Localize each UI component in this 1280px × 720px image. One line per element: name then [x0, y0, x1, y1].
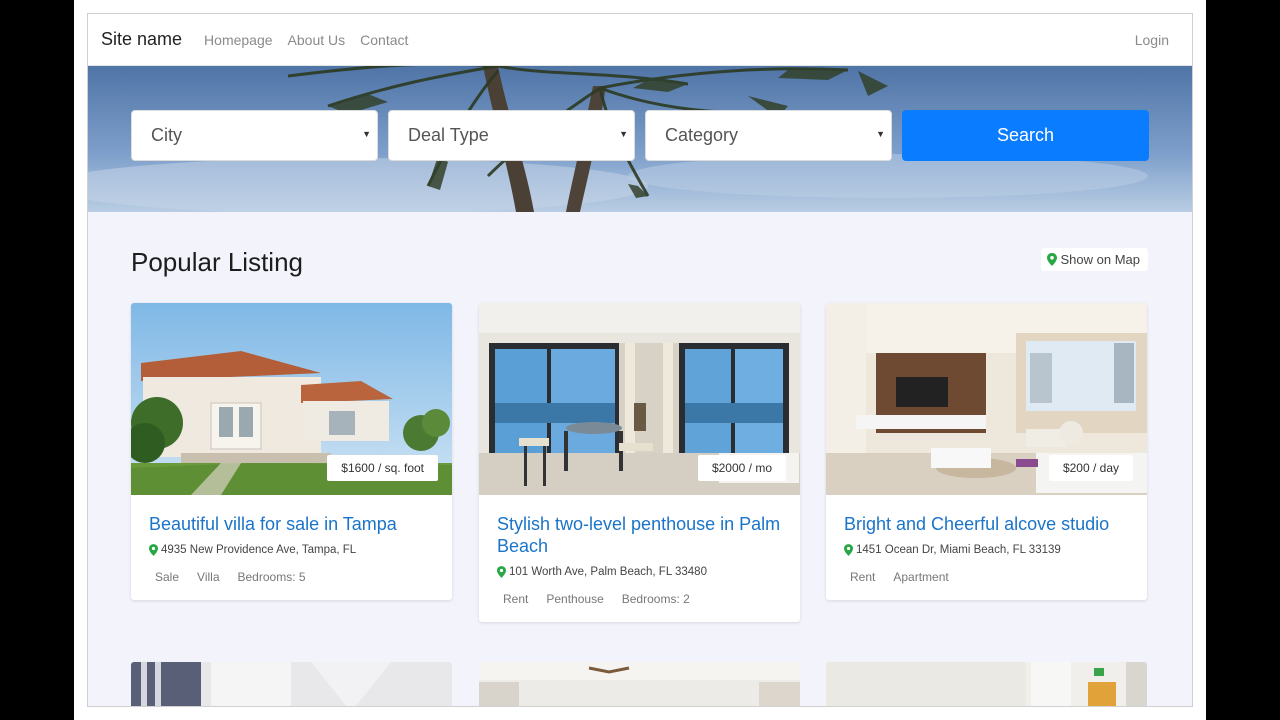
listing-address: 1451 Ocean Dr, Miami Beach, FL 33139 [844, 544, 1129, 556]
category-select-label: Category [665, 125, 739, 145]
listing-tag: Apartment [893, 570, 949, 584]
login-link[interactable]: Login [1135, 32, 1169, 48]
listing-card[interactable]: $200 / day Bright and Cheerful alcove st… [826, 303, 1147, 600]
city-select[interactable]: City ▼ [131, 110, 378, 161]
listing-photo[interactable]: $200 / day [826, 303, 1147, 495]
price-badge: $1600 / sq. foot [327, 455, 438, 481]
listing-tags: Rent Penthouse Bedrooms: 2 [497, 592, 782, 606]
deal-type-select[interactable]: Deal Type ▼ [388, 110, 635, 161]
listing-address: 4935 New Providence Ave, Tampa, FL [149, 544, 434, 556]
screen: Site name Homepage About Us Contact Logi… [0, 0, 1280, 720]
map-pin-icon [149, 544, 158, 556]
map-pin-icon [844, 544, 853, 556]
listing-address-text: 101 Worth Ave, Palm Beach, FL 33480 [509, 566, 707, 578]
listing-tag: Rent [503, 592, 529, 606]
dropdown-caret-icon: ▼ [362, 129, 371, 139]
dropdown-caret-icon: ▼ [619, 129, 628, 139]
listing-photo-partial[interactable] [131, 662, 452, 706]
listing-tag: Sale [155, 570, 180, 584]
listing-tag: Penthouse [546, 592, 604, 606]
room-photo [479, 662, 800, 706]
search-bar: City ▼ Deal Type ▼ Category ▼ Search [131, 110, 1149, 161]
listing-title[interactable]: Beautiful villa for sale in Tampa [149, 513, 434, 535]
dropdown-caret-icon: ▼ [876, 129, 885, 139]
nav-link-contact[interactable]: Contact [360, 32, 408, 48]
listing-photo-partial[interactable] [479, 662, 800, 706]
hero-banner: City ▼ Deal Type ▼ Category ▼ Search [88, 66, 1192, 212]
letterbox-right [1206, 0, 1280, 720]
search-icon [131, 110, 149, 128]
listing-photo-partial[interactable] [826, 662, 1147, 706]
listing-tags: Rent Apartment [844, 570, 1129, 584]
listing-tag: Bedrooms: 5 [237, 570, 306, 584]
nav-link-about[interactable]: About Us [288, 32, 346, 48]
listing-card[interactable]: $1600 / sq. foot Beautiful villa for sal… [131, 303, 452, 600]
listing-card[interactable]: $2000 / mo Stylish two-level penthouse i… [479, 303, 800, 622]
site-brand[interactable]: Site name [101, 29, 182, 50]
navbar: Site name Homepage About Us Contact Logi… [88, 14, 1192, 66]
price-badge: $200 / day [1048, 455, 1133, 481]
city-select-label: City [151, 125, 182, 145]
listing-title[interactable]: Bright and Cheerful alcove studio [844, 513, 1129, 535]
map-pin-icon [497, 566, 506, 578]
letterbox-left [0, 0, 74, 720]
listing-address-text: 4935 New Providence Ave, Tampa, FL [161, 544, 357, 556]
listing-tag: Bedrooms: 2 [621, 592, 690, 606]
listing-photo[interactable]: $1600 / sq. foot [131, 303, 452, 495]
price-badge: $2000 / mo [697, 455, 786, 481]
listing-title[interactable]: Stylish two-level penthouse in Palm Beac… [497, 513, 782, 557]
show-on-map-button[interactable]: Show on Map [1040, 248, 1148, 271]
category-select[interactable]: Category ▼ [645, 110, 892, 161]
search-button[interactable]: Search [131, 110, 1149, 161]
section-title: Popular Listing [131, 247, 303, 277]
show-on-map-label: Show on Map [1060, 252, 1141, 267]
listing-address-text: 1451 Ocean Dr, Miami Beach, FL 33139 [856, 544, 1061, 556]
listing-tag: Villa [197, 570, 220, 584]
bedroom-photo [131, 662, 452, 706]
living-room-photo [826, 662, 1147, 706]
listing-tags: Sale Villa Bedrooms: 5 [149, 570, 434, 584]
search-button-label: Search [996, 125, 1055, 145]
listing-tag: Rent [850, 570, 876, 584]
deal-type-select-label: Deal Type [408, 125, 489, 145]
listing-photo[interactable]: $2000 / mo [479, 303, 800, 495]
map-pin-icon [1046, 253, 1057, 266]
listing-address: 101 Worth Ave, Palm Beach, FL 33480 [497, 566, 782, 578]
browser-page: Site name Homepage About Us Contact Logi… [87, 13, 1193, 707]
nav-link-homepage[interactable]: Homepage [204, 32, 273, 48]
